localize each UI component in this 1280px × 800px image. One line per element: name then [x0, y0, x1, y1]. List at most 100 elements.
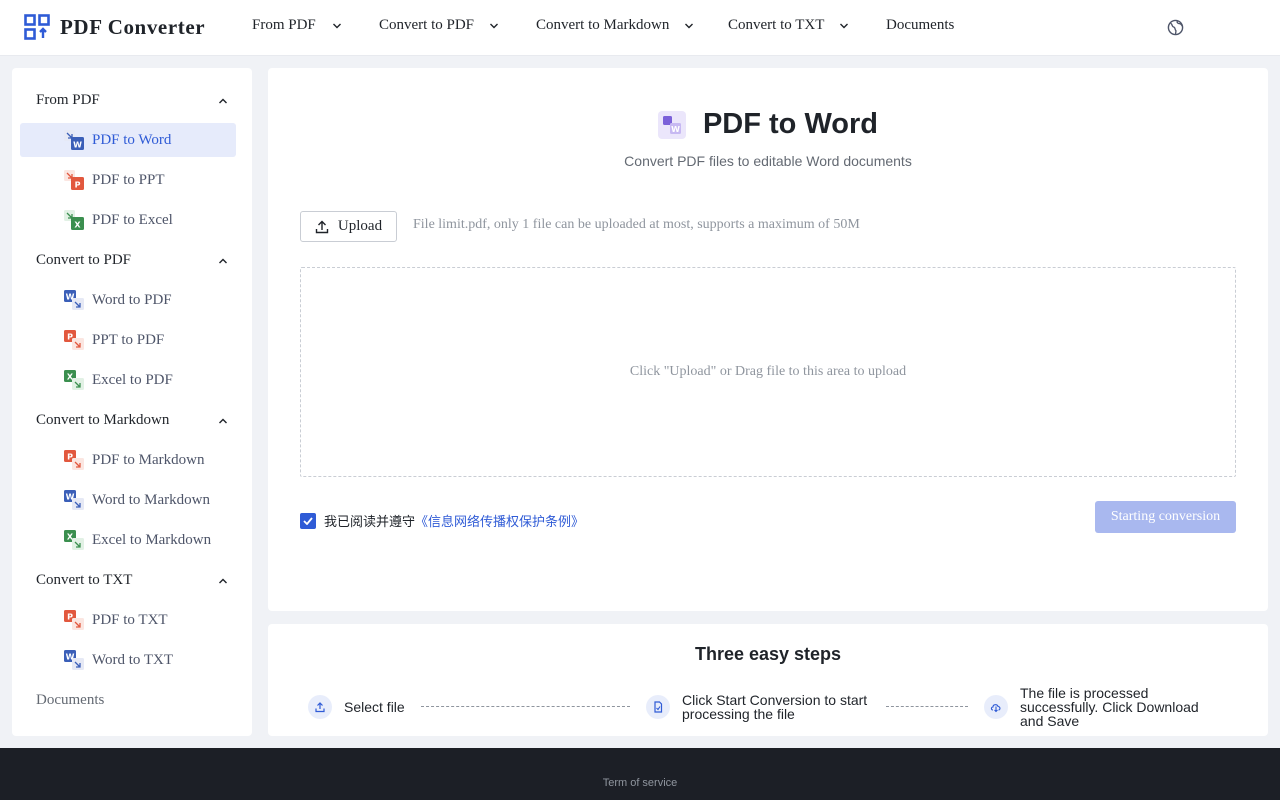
- sidebar-group-from-pdf[interactable]: From PDF: [36, 92, 228, 109]
- step-start-conversion: Click Start Conversion to start processi…: [646, 693, 867, 721]
- chevron-down-icon: [332, 23, 341, 28]
- excel-to-pdf-icon: X: [64, 370, 84, 390]
- sidebar-item-documents[interactable]: Documents: [36, 692, 104, 709]
- agreement-link[interactable]: 《信息网络传播权保护条例》: [415, 511, 584, 530]
- svg-text:P: P: [75, 181, 81, 190]
- sidebar-item-pdf-to-markdown[interactable]: P PDF to Markdown: [20, 443, 236, 477]
- upload-limit-text: File limit.pdf, only 1 file can be uploa…: [413, 217, 860, 232]
- step-text: Click Start Conversion to start processi…: [682, 693, 867, 721]
- step-connector: [421, 706, 630, 707]
- step-line: and Save: [1020, 713, 1080, 729]
- sidebar-item-excel-to-pdf[interactable]: X Excel to PDF: [20, 363, 236, 397]
- nav-from-pdf[interactable]: From PDF: [252, 17, 342, 34]
- nav-convert-to-txt[interactable]: Convert to TXT: [728, 17, 849, 34]
- terms-of-service-link[interactable]: Term of service: [0, 777, 1280, 789]
- pdf-to-word-icon: W: [657, 110, 686, 139]
- excel-to-markdown-icon: X: [64, 530, 84, 550]
- chevron-up-icon: [219, 578, 227, 583]
- sidebar-item-label: Excel to Markdown: [92, 531, 212, 548]
- sidebar-item-word-to-pdf[interactable]: W Word to PDF: [20, 283, 236, 317]
- start-conversion-button[interactable]: Starting conversion: [1095, 501, 1236, 533]
- sidebar-item-pdf-to-word[interactable]: W PDF to Word: [20, 123, 236, 157]
- logo-icon: [24, 14, 50, 40]
- pdf-to-markdown-icon: P: [64, 450, 84, 470]
- sidebar-item-label: PPT to PDF: [92, 331, 165, 348]
- upload-icon: [308, 695, 332, 719]
- pdf-to-word-icon: W: [64, 130, 84, 150]
- cloud-download-icon: [984, 695, 1008, 719]
- globe-icon[interactable]: [1167, 19, 1184, 36]
- chevron-down-icon: [840, 23, 849, 28]
- sidebar-group-label: Convert to Markdown: [36, 412, 170, 428]
- chevron-up-icon: [219, 418, 227, 423]
- sidebar-item-pdf-to-txt[interactable]: P PDF to TXT: [20, 603, 236, 637]
- step-line: Click Start Conversion to start: [682, 692, 868, 708]
- chevron-down-icon: [490, 23, 499, 28]
- nav-convert-to-markdown[interactable]: Convert to Markdown: [536, 17, 694, 34]
- nav-label: Convert to Markdown: [536, 17, 670, 33]
- step-line: successfully. Click Download: [1020, 699, 1199, 715]
- nav-label: Convert to TXT: [728, 17, 825, 33]
- logo[interactable]: PDF Converter: [24, 14, 205, 40]
- sidebar-item-pdf-to-ppt[interactable]: P PDF to PPT: [20, 163, 236, 197]
- svg-text:W: W: [73, 141, 82, 150]
- pdf-to-excel-icon: X: [64, 210, 84, 230]
- step-line: processing the file: [682, 706, 795, 722]
- agreement-checkbox[interactable]: [300, 512, 316, 529]
- page-title: PDF to Word: [702, 108, 879, 140]
- sidebar-item-label: PDF to TXT: [92, 611, 168, 628]
- sidebar-item-label: PDF to Excel: [92, 211, 173, 228]
- sidebar-group-label: Convert to PDF: [36, 252, 132, 268]
- page-subtitle: Convert PDF files to editable Word docum…: [624, 153, 912, 169]
- chevron-down-icon: [685, 23, 694, 28]
- sidebar-item-label: Word to Markdown: [92, 491, 210, 508]
- top-header: PDF Converter From PDF Convert to PDF Co…: [0, 0, 1280, 56]
- dropzone-hint: Click "Upload" or Drag file to this area…: [629, 364, 907, 379]
- svg-text:W: W: [671, 125, 680, 134]
- step-select-file: Select file: [308, 695, 405, 719]
- sidebar-item-word-to-markdown[interactable]: W Word to Markdown: [20, 483, 236, 517]
- agreement-row: 我已阅读并遵守 《信息网络传播权保护条例》: [300, 511, 584, 530]
- page-title-row: W PDF to Word: [268, 108, 1268, 141]
- sidebar-item-label: Excel to PDF: [92, 371, 173, 388]
- sidebar-group-convert-to-pdf[interactable]: Convert to PDF: [36, 252, 228, 269]
- step-connector: [886, 706, 968, 707]
- step-text: Select file: [344, 700, 405, 714]
- agreement-text: 我已阅读并遵守: [324, 515, 416, 530]
- sidebar-item-word-to-txt[interactable]: W Word to TXT: [20, 643, 236, 677]
- ppt-to-pdf-icon: P: [64, 330, 84, 350]
- sidebar-item-label: PDF to Markdown: [92, 451, 205, 468]
- chevron-up-icon: [219, 98, 227, 103]
- sidebar-group-convert-to-txt[interactable]: Convert to TXT: [36, 572, 228, 589]
- sidebar-item-label: PDF to Word: [92, 131, 172, 148]
- sidebar-group-label: From PDF: [36, 92, 100, 108]
- steps-title: Three easy steps: [694, 644, 842, 664]
- checkmark-icon: [303, 516, 313, 525]
- step-download: The file is processed successfully. Clic…: [984, 686, 1199, 728]
- nav-label: From PDF: [252, 17, 316, 33]
- footer: Term of service: [0, 748, 1280, 800]
- word-to-txt-icon: W: [64, 650, 84, 670]
- sidebar: From PDF W PDF to Word P PDF to PPT X PD…: [12, 68, 252, 736]
- word-to-markdown-icon: W: [64, 490, 84, 510]
- sidebar-item-pdf-to-excel[interactable]: X PDF to Excel: [20, 203, 236, 237]
- nav-convert-to-pdf[interactable]: Convert to PDF: [379, 17, 499, 34]
- upload-button[interactable]: Upload: [300, 211, 397, 242]
- sidebar-item-label: Word to PDF: [92, 291, 172, 308]
- nav-label: Convert to PDF: [379, 17, 475, 33]
- step-text: The file is processed successfully. Clic…: [1020, 686, 1199, 728]
- step-line: The file is processed: [1020, 685, 1149, 701]
- upload-button-label: Upload: [337, 218, 383, 234]
- nav-label: Documents: [886, 17, 955, 33]
- sidebar-item-label: PDF to PPT: [92, 171, 165, 188]
- svg-text:X: X: [74, 221, 81, 230]
- sidebar-item-excel-to-markdown[interactable]: X Excel to Markdown: [20, 523, 236, 557]
- pdf-to-ppt-icon: P: [64, 170, 84, 190]
- sidebar-item-ppt-to-pdf[interactable]: P PPT to PDF: [20, 323, 236, 357]
- sidebar-group-label: Convert to TXT: [36, 572, 133, 588]
- file-dropzone[interactable]: Click "Upload" or Drag file to this area…: [300, 267, 1236, 477]
- word-to-pdf-icon: W: [64, 290, 84, 310]
- sidebar-group-convert-to-markdown[interactable]: Convert to Markdown: [36, 412, 228, 429]
- document-icon: [646, 695, 670, 719]
- nav-documents[interactable]: Documents: [886, 17, 954, 34]
